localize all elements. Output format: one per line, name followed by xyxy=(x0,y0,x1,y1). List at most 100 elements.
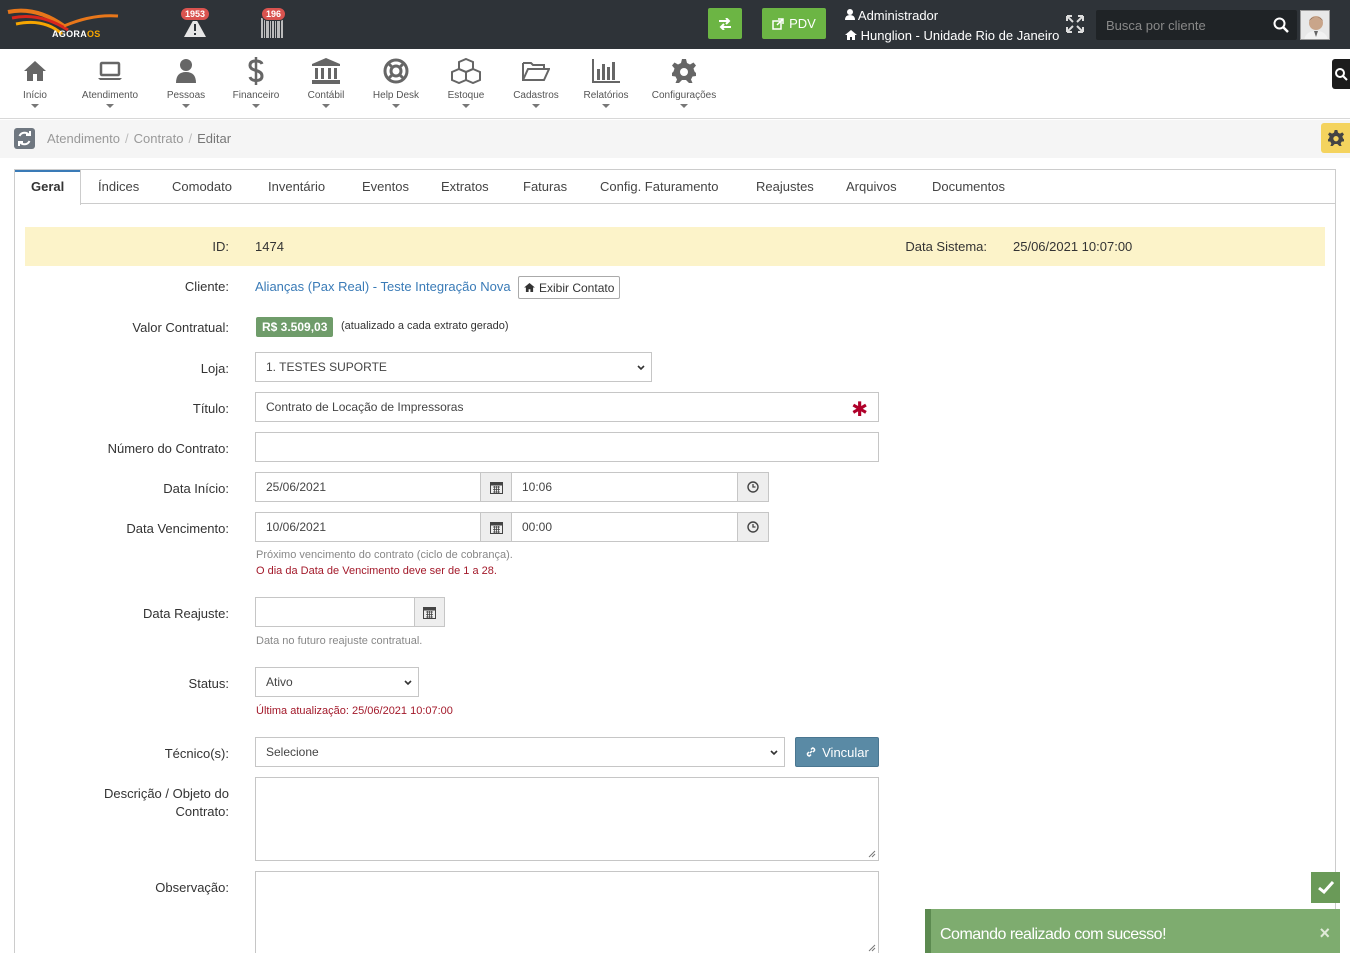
menu-contabil[interactable]: Contábil xyxy=(303,57,349,108)
resize-handle-icon[interactable] xyxy=(868,944,876,952)
cliente-label: Cliente: xyxy=(184,279,229,294)
breadcrumb-separator: / xyxy=(188,131,193,146)
exibir-contato-button[interactable]: Exibir Contato xyxy=(518,276,621,299)
barcode-notification[interactable]: 196 xyxy=(261,7,289,38)
menu-pessoas[interactable]: Pessoas xyxy=(165,57,207,108)
menu-label: Help Desk xyxy=(372,90,420,101)
reajuste-calendar-button[interactable] xyxy=(414,597,445,627)
chevron-down-icon xyxy=(770,750,778,756)
breadcrumb-contrato[interactable]: Contrato xyxy=(134,131,184,146)
descricao-label-line1: Descrição / Objeto do xyxy=(103,786,229,801)
inicio-time-input[interactable]: 10:06 xyxy=(511,472,738,502)
menu-help-desk[interactable]: Help Desk xyxy=(370,57,422,108)
main-menu: Início Atendimento Pessoas Financeiro Co… xyxy=(0,49,1350,119)
caret-down-icon xyxy=(182,104,190,108)
breadcrumb-atendimento[interactable]: Atendimento xyxy=(47,131,120,146)
vencimento-date-input[interactable]: 10/06/2021 xyxy=(255,512,481,542)
valor-badge: R$ 3.509,03 xyxy=(256,317,334,337)
toast-message: Comando realizado com sucesso! xyxy=(940,926,1167,943)
avatar[interactable] xyxy=(1300,10,1330,40)
menu-label: Início xyxy=(23,90,47,101)
menu-label: Financeiro xyxy=(232,90,280,101)
vencimento-time-value: 00:00 xyxy=(522,520,553,534)
save-check-button[interactable] xyxy=(1311,872,1340,903)
user-info[interactable]: Administrador Hunglion - Unidade Rio de … xyxy=(845,6,1059,46)
breadcrumb-separator: / xyxy=(125,131,129,146)
menu-cadastros[interactable]: Cadastros xyxy=(511,57,561,108)
vencimento-help: Próximo vencimento do contrato (ciclo de… xyxy=(256,549,513,561)
tab-comodato[interactable]: Comodato xyxy=(156,170,248,204)
menu-inicio[interactable]: Início xyxy=(20,57,50,108)
client-search-input[interactable] xyxy=(1096,10,1266,40)
breadcrumb-bar: Atendimento / Contrato / Editar xyxy=(0,120,1350,158)
laptop-icon xyxy=(98,61,122,80)
caret-down-icon xyxy=(532,104,540,108)
tab-extratos[interactable]: Extratos xyxy=(425,170,505,204)
side-search-toggle[interactable] xyxy=(1332,59,1350,89)
tab-geral[interactable]: Geral xyxy=(15,170,82,205)
inicio-date-input[interactable]: 25/06/2021 xyxy=(255,472,481,502)
breadcrumb: Atendimento / Contrato / Editar xyxy=(47,131,231,146)
vencimento-label: Data Vencimento: xyxy=(126,521,229,536)
tab-documentos[interactable]: Documentos xyxy=(916,170,1021,204)
descricao-textarea[interactable] xyxy=(255,777,879,861)
vincular-label: Vincular xyxy=(822,744,869,760)
tab-reajustes[interactable]: Reajustes xyxy=(740,170,830,204)
fullscreen-icon[interactable] xyxy=(1066,15,1084,33)
menu-atendimento[interactable]: Atendimento xyxy=(78,57,142,108)
observacao-textarea[interactable] xyxy=(255,871,879,953)
titulo-input[interactable]: Contrato de Locação de Impressoras ✱ xyxy=(255,392,879,422)
page-settings-button[interactable] xyxy=(1321,123,1350,153)
status-select[interactable]: Ativo xyxy=(255,667,419,697)
transfer-button[interactable] xyxy=(708,8,742,39)
menu-estoque[interactable]: Estoque xyxy=(446,57,486,108)
loja-selected-value: 1. TESTES SUPORTE xyxy=(266,360,387,374)
vencimento-clock-button[interactable] xyxy=(737,512,769,542)
bank-icon xyxy=(312,58,340,84)
tab-indices[interactable]: Índices xyxy=(82,170,155,204)
menu-label: Estoque xyxy=(447,90,485,101)
home-icon xyxy=(845,30,857,40)
vencimento-time-input[interactable]: 00:00 xyxy=(511,512,738,542)
exchange-icon xyxy=(719,17,731,30)
tecnico-select[interactable]: Selecione xyxy=(255,737,785,767)
id-label: ID: xyxy=(212,239,229,254)
logo-text: AGORAOS xyxy=(52,29,101,39)
bar-chart-icon xyxy=(592,59,620,83)
loja-select[interactable]: 1. TESTES SUPORTE xyxy=(255,352,652,382)
caret-down-icon xyxy=(602,104,610,108)
valor-label: Valor Contratual: xyxy=(132,320,229,335)
tab-faturas[interactable]: Faturas xyxy=(507,170,583,204)
caret-down-icon xyxy=(462,104,470,108)
menu-configuracoes[interactable]: Configurações xyxy=(650,57,718,108)
tab-inventario[interactable]: Inventário xyxy=(252,170,341,204)
close-icon[interactable]: × xyxy=(1319,923,1330,944)
caret-down-icon xyxy=(31,104,39,108)
reajuste-date-input[interactable] xyxy=(255,597,415,627)
status-last-update: Última atualização: 25/06/2021 10:07:00 xyxy=(256,705,453,717)
inicio-clock-button[interactable] xyxy=(737,472,769,502)
menu-relatorios[interactable]: Relatórios xyxy=(581,57,631,108)
inicio-label: Data Início: xyxy=(163,481,229,496)
menu-financeiro[interactable]: Financeiro xyxy=(229,57,283,108)
vincular-button[interactable]: Vincular xyxy=(795,737,879,767)
vencimento-error: O dia da Data de Vencimento deve ser de … xyxy=(256,565,497,577)
tab-config-faturamento[interactable]: Config. Faturamento xyxy=(584,170,735,204)
resize-handle-icon[interactable] xyxy=(868,850,876,858)
vencimento-calendar-button[interactable] xyxy=(480,512,512,542)
search-icon[interactable] xyxy=(1273,17,1289,33)
pdv-button[interactable]: PDV xyxy=(762,8,826,39)
tab-eventos[interactable]: Eventos xyxy=(346,170,425,204)
gear-icon xyxy=(672,59,696,83)
home-icon xyxy=(24,61,46,81)
dollar-icon xyxy=(248,57,264,85)
inicio-calendar-button[interactable] xyxy=(480,472,512,502)
reajuste-help: Data no futuro reajuste contratual. xyxy=(256,635,423,647)
tab-arquivos[interactable]: Arquivos xyxy=(830,170,913,204)
breadcrumb-current: Editar xyxy=(197,131,232,146)
cliente-link[interactable]: Alianças (Pax Real) - Teste Integração N… xyxy=(255,279,511,294)
refresh-button[interactable] xyxy=(14,128,35,149)
alerts-notification[interactable]: 1953 xyxy=(180,7,211,38)
caret-down-icon xyxy=(680,104,688,108)
numero-contrato-input[interactable] xyxy=(255,432,879,462)
